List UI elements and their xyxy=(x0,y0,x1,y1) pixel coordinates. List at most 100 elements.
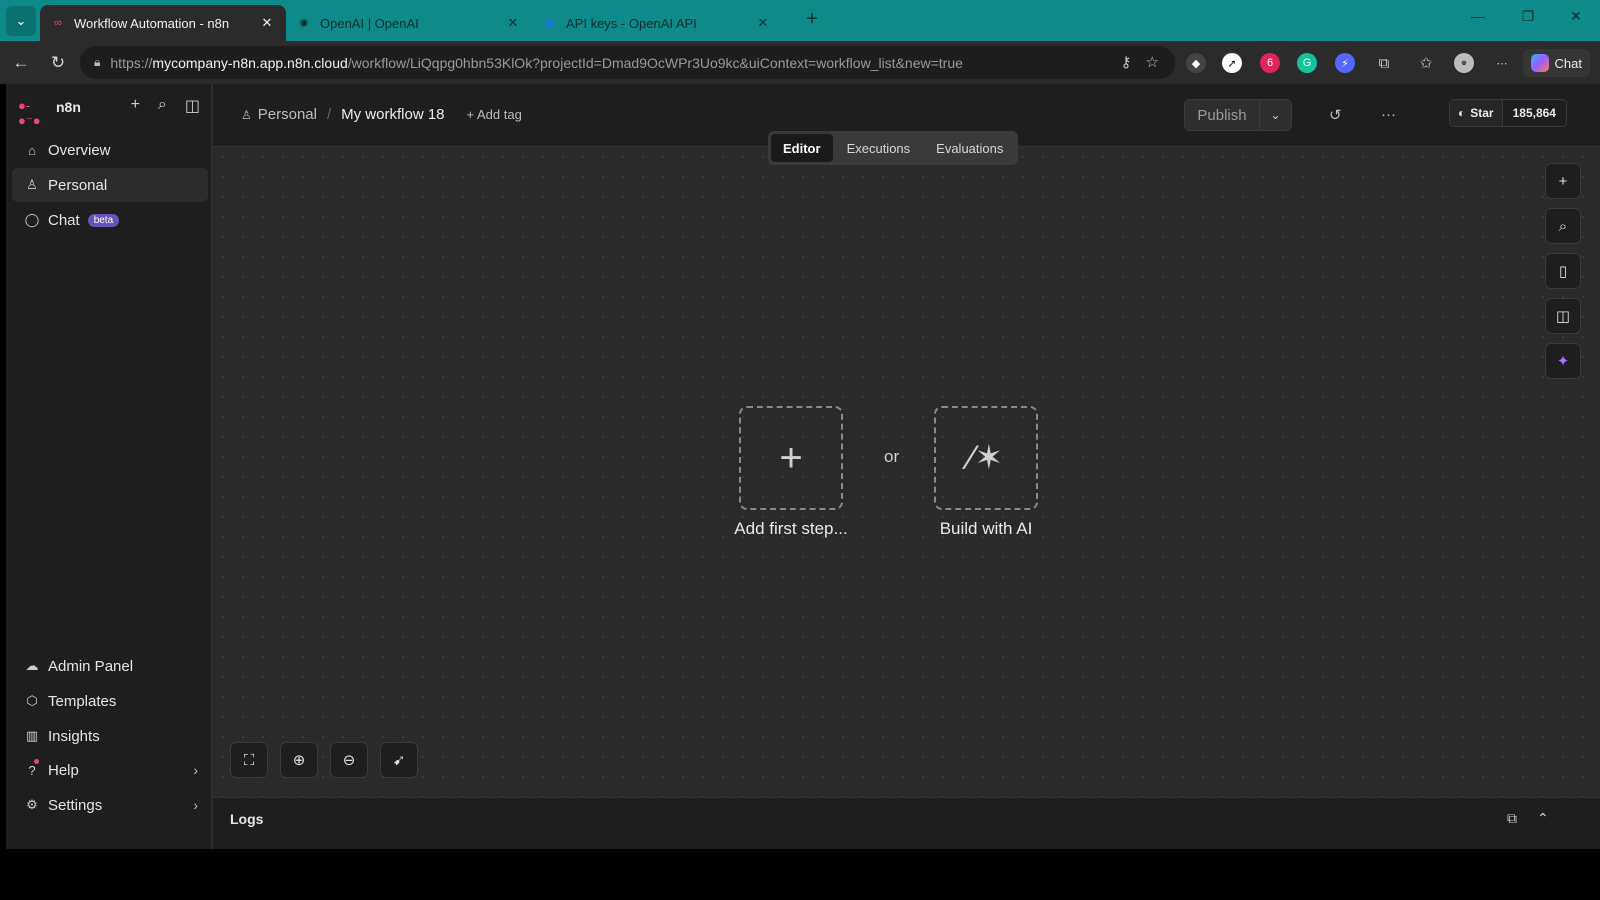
browser-window: ⌄ ∞ Workflow Automation - n8n ✕ ✺ OpenAI… xyxy=(0,0,1600,900)
back-icon[interactable]: ← xyxy=(9,51,33,75)
browser-tab-openai[interactable]: ✺ OpenAI | OpenAI ✕ xyxy=(286,5,532,41)
tab-executions[interactable]: Executions xyxy=(835,134,923,162)
search-icon[interactable]: ⌕ xyxy=(1545,208,1581,244)
chevron-down-icon[interactable]: ⌄ xyxy=(1259,100,1291,130)
brand-row: ●-●⁻● n8n + ⌕ ◫ xyxy=(18,94,208,128)
workflow-canvas[interactable]: + ⌕ ▯ ◫ ✦ + Add first step... or ⁄✶ Buil… xyxy=(213,147,1600,797)
chevron-up-icon[interactable]: ⌃ xyxy=(1537,810,1549,827)
logs-panel[interactable]: Logs ⧉ ⌃ xyxy=(213,797,1600,849)
zoom-out-icon[interactable]: ⊖ xyxy=(330,742,368,778)
collapse-sidebar-icon[interactable]: ◫ xyxy=(185,96,200,116)
chevron-right-icon: › xyxy=(193,797,198,813)
or-label: or xyxy=(884,447,900,466)
lock-icon: 🔒︎ xyxy=(94,55,101,69)
tab-editor[interactable]: Editor xyxy=(771,134,833,162)
sidebar-item-templates[interactable]: ⬡ Templates xyxy=(12,684,208,718)
globe-icon: ◉ xyxy=(545,17,555,30)
sidebar-item-overview[interactable]: ⌂ Overview xyxy=(12,133,208,167)
close-icon[interactable]: ✕ xyxy=(504,15,522,31)
notification-extension-icon[interactable]: 6 xyxy=(1260,53,1280,73)
breadcrumb: ♙ Personal / My workflow 18 + Add tag xyxy=(241,106,522,123)
breadcrumb-project[interactable]: Personal xyxy=(258,106,317,123)
tab-title: OpenAI | OpenAI xyxy=(320,15,419,31)
add-tag-button[interactable]: + Add tag xyxy=(467,107,522,122)
sidebar-item-label: Personal xyxy=(48,176,108,194)
beta-badge: beta xyxy=(87,213,120,227)
more-icon[interactable]: ⋯ xyxy=(1492,53,1512,73)
sidebar-item-personal[interactable]: ♙ Personal xyxy=(12,168,208,202)
compass-extension-icon[interactable]: ➚ xyxy=(1222,53,1242,73)
breadcrumb-separator: / xyxy=(326,106,332,123)
sidebar-item-insights[interactable]: ▥ Insights xyxy=(12,719,208,753)
history-icon[interactable]: ↺ xyxy=(1329,106,1342,124)
new-tab-button[interactable]: + xyxy=(800,8,824,32)
grammarly-icon[interactable]: G xyxy=(1297,53,1317,73)
browser-toolbar: ← ↻ 🔒︎ https://mycompany-n8n.app.n8n.clo… xyxy=(0,41,1600,84)
restore-icon[interactable]: ❐ xyxy=(1516,8,1540,25)
address-bar[interactable]: 🔒︎ https://mycompany-n8n.app.n8n.cloud/w… xyxy=(80,46,1175,79)
sidebar-item-chat[interactable]: ◯ Chat beta xyxy=(12,203,208,237)
tab-evaluations[interactable]: Evaluations xyxy=(924,134,1015,162)
github-star-widget[interactable]: ◐ Star 185,864 xyxy=(1449,99,1567,127)
magic-wand-icon: ⁄✶ xyxy=(968,439,1004,477)
zoom-in-icon[interactable]: ⊕ xyxy=(280,742,318,778)
favorite-star-icon[interactable]: ☆ xyxy=(1146,53,1159,71)
panel-toggle-icon[interactable]: ◫ xyxy=(1545,298,1581,334)
n8n-app: ●-●⁻● n8n + ⌕ ◫ ⌂ Overview ♙ Personal ◯ … xyxy=(6,84,1600,849)
favorites-icon[interactable]: ✩ xyxy=(1416,53,1436,73)
bar-chart-icon: ▥ xyxy=(25,728,39,743)
browser-tab-api-keys[interactable]: ◉ API keys - OpenAI API ✕ xyxy=(532,5,782,41)
reload-icon[interactable]: ↻ xyxy=(46,51,70,75)
ai-sparkle-icon[interactable]: ✦ xyxy=(1545,343,1581,379)
build-with-ai-label: Build with AI xyxy=(939,519,1033,538)
sticky-note-icon[interactable]: ▯ xyxy=(1545,253,1581,289)
github-icon: ◐ xyxy=(1458,106,1466,120)
fit-view-icon[interactable]: ⛶ xyxy=(230,742,268,778)
sidebar-item-help[interactable]: ? Help › xyxy=(12,753,208,787)
url-text: https://mycompany-n8n.app.n8n.cloud/work… xyxy=(110,54,963,71)
add-icon[interactable]: + xyxy=(131,96,140,116)
canvas-right-toolbar: + ⌕ ▯ ◫ ✦ xyxy=(1545,163,1581,379)
profile-avatar-icon[interactable]: ● xyxy=(1454,53,1474,73)
sidebar-item-label: Help xyxy=(48,761,79,779)
brand-name: n8n xyxy=(56,99,81,115)
chat-label: Chat xyxy=(1554,55,1582,71)
publish-button[interactable]: Publish xyxy=(1185,100,1259,130)
tab-title: Workflow Automation - n8n xyxy=(74,15,230,31)
sidebar-item-label: Chat xyxy=(48,211,80,229)
search-icon[interactable]: ⌕ xyxy=(158,96,167,116)
pop-out-icon[interactable]: ⧉ xyxy=(1507,810,1517,827)
user-icon: ♙ xyxy=(26,177,38,192)
build-with-ai-button[interactable]: ⁄✶ xyxy=(934,406,1038,510)
add-node-icon[interactable]: + xyxy=(1545,163,1581,199)
copilot-chat-button[interactable]: Chat xyxy=(1522,49,1590,77)
notification-dot xyxy=(34,759,39,764)
sidebar: ●-●⁻● n8n + ⌕ ◫ ⌂ Overview ♙ Personal ◯ … xyxy=(6,84,212,849)
bolt-extension-icon[interactable]: ⚡︎ xyxy=(1335,53,1355,73)
window-close-icon[interactable]: ✕ xyxy=(1564,8,1588,25)
tab-list-button[interactable]: ⌄ xyxy=(6,5,36,36)
extensions-puzzle-icon[interactable]: ⧉ xyxy=(1374,53,1394,73)
logs-label: Logs xyxy=(230,811,264,827)
minimize-icon[interactable]: — xyxy=(1466,8,1490,24)
sidebar-item-label: Overview xyxy=(48,141,111,159)
chat-icon: ◯ xyxy=(24,212,40,227)
add-first-step-label: Add first step... xyxy=(734,519,848,538)
tidy-up-icon[interactable]: ➹ xyxy=(380,742,418,778)
more-options-icon[interactable]: ··· xyxy=(1381,106,1396,123)
key-icon[interactable]: ⚷ xyxy=(1121,53,1132,71)
add-first-step-button[interactable]: + xyxy=(739,406,843,510)
workflow-name[interactable]: My workflow 18 xyxy=(341,106,444,123)
close-icon[interactable]: ✕ xyxy=(258,15,276,31)
main-area: ♙ Personal / My workflow 18 + Add tag Pu… xyxy=(213,84,1600,849)
github-star-button[interactable]: ◐ Star xyxy=(1450,100,1502,126)
copilot-icon xyxy=(1530,54,1549,72)
publish-group: Publish ⌄ xyxy=(1184,99,1292,131)
cloud-icon: ☁︎ xyxy=(25,658,39,673)
sidebar-item-settings[interactable]: ⚙︎ Settings › xyxy=(12,788,208,822)
sidebar-item-admin-panel[interactable]: ☁︎ Admin Panel xyxy=(12,649,208,683)
browser-tab-n8n[interactable]: ∞ Workflow Automation - n8n ✕ xyxy=(40,5,286,41)
extension-icon[interactable]: ◆ xyxy=(1186,53,1206,73)
close-icon[interactable]: ✕ xyxy=(754,15,772,31)
plus-icon: + xyxy=(779,435,803,480)
